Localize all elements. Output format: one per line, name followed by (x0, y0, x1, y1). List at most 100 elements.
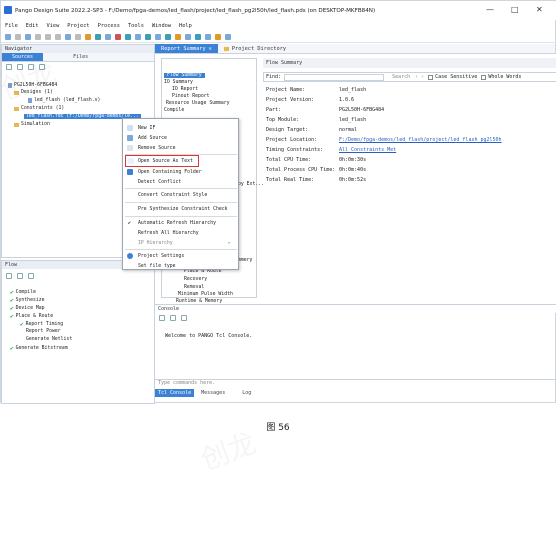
run-icon[interactable] (65, 34, 71, 40)
summary-item[interactable]: Removal (184, 285, 204, 290)
menu-item-convert-constraint[interactable]: Convert Constraint Style (123, 190, 239, 200)
summary-item[interactable]: Compile (164, 108, 184, 113)
flow-item-device-map[interactable]: ✔ Device Map (10, 305, 45, 312)
collapse-all-icon[interactable] (17, 273, 23, 279)
menu-help[interactable]: Help (179, 23, 192, 29)
tab-log[interactable]: Log (232, 389, 261, 397)
clear-icon[interactable] (170, 315, 176, 321)
menu-item-detect-conflict[interactable]: Detect Conflict (123, 177, 239, 187)
timing-icon[interactable] (135, 34, 141, 40)
summary-item[interactable]: IO Summary (164, 80, 193, 85)
summary-item[interactable]: Minimum Pulse Width (178, 292, 233, 297)
console-input[interactable]: Type commands here. (155, 379, 556, 388)
next-icon[interactable]: › (421, 74, 424, 80)
redo-icon[interactable] (45, 34, 51, 40)
tab-files[interactable]: Files (63, 53, 98, 61)
menu-window[interactable]: Window (152, 23, 171, 29)
flow-item-generate-netlist[interactable]: Generate Netlist (26, 337, 72, 342)
figure-caption: 图 56 (266, 423, 290, 433)
map-icon[interactable] (115, 34, 121, 40)
pin-planner-icon[interactable] (215, 34, 221, 40)
close-window-button[interactable]: ✕ (536, 5, 543, 14)
inserter-icon[interactable] (185, 34, 191, 40)
menu-item-open-folder[interactable]: Open Containing Folder (123, 167, 239, 177)
stop-icon[interactable] (75, 34, 81, 40)
tree-item-simulation[interactable]: Simulation (14, 122, 50, 127)
tab-report-summary[interactable]: Report Summary ✕ (155, 44, 218, 53)
summary-item[interactable]: IO Report (172, 87, 198, 92)
summary-row: Timing Constraints: All Constraints Met (266, 147, 396, 153)
flow-item-report-power[interactable]: Report Power (26, 329, 61, 334)
menu-item-add-source[interactable]: Add Source (123, 133, 239, 143)
flow-item-compile[interactable]: ✔ Compile (10, 289, 36, 296)
minimize-button[interactable]: — (486, 5, 494, 14)
tab-tcl-console[interactable]: Tcl Console (155, 389, 195, 397)
menu-project[interactable]: Project (67, 23, 89, 29)
summary-item[interactable]: Flow Summary (164, 73, 205, 78)
power-icon[interactable] (145, 34, 151, 40)
menu-item-open-source-as-text[interactable]: Open Source As Text (125, 155, 199, 167)
bitstream-icon[interactable] (165, 34, 171, 40)
menu-item-new-ip[interactable]: New IF (123, 123, 239, 133)
maximize-button[interactable]: □ (511, 5, 519, 14)
close-icon[interactable]: ✕ (209, 46, 212, 52)
debugger-icon[interactable] (195, 34, 201, 40)
flow-item-synthesize[interactable]: ✔ Synthesize (10, 297, 45, 304)
summary-item[interactable]: Pinout Report (172, 94, 210, 99)
folder-icon (223, 46, 229, 51)
menu-file[interactable]: File (5, 23, 18, 29)
menu-item-pre-synth-check[interactable]: Pre Synthesize Constraint Check (123, 204, 239, 214)
menu-item-refresh-all[interactable]: Refresh All Hierarchy (123, 228, 239, 238)
menu-item-remove-source[interactable]: Remove Source (123, 143, 239, 153)
search-icon[interactable] (159, 315, 165, 321)
tab-messages[interactable]: Messages (194, 389, 232, 397)
case-sensitive-checkbox[interactable] (428, 74, 434, 80)
tree-label: Constraints (1) (21, 106, 65, 111)
help-icon[interactable] (225, 34, 231, 40)
row-key: Project Name: (266, 87, 306, 93)
synth-icon[interactable] (105, 34, 111, 40)
netlist-icon[interactable] (155, 34, 161, 40)
expand-all-icon[interactable] (6, 273, 12, 279)
prev-icon[interactable]: ‹ (415, 74, 418, 80)
project-location-link[interactable]: F:/Demo/fpga-demos/led_flash/project/led… (339, 137, 502, 143)
menu-separator (125, 202, 237, 203)
tree-label: led_flash (led_flash.v) (34, 98, 101, 103)
timing-constraints-link[interactable]: All Constraints Met (339, 147, 396, 153)
menu-edit[interactable]: Edit (26, 23, 39, 29)
ip-icon[interactable] (205, 34, 211, 40)
tree-item-constraints[interactable]: Constraints (1) (14, 106, 64, 111)
menu-tools[interactable]: Tools (128, 23, 144, 29)
menu-item-ip-hierarchy[interactable]: IP Hierarchy ▸ (123, 238, 239, 248)
check-icon: ✔ (10, 345, 14, 352)
row-key: Top Module: (266, 117, 300, 123)
flow-item-report-timing[interactable]: ✔ Report Timing (20, 321, 63, 328)
save-icon[interactable] (25, 34, 31, 40)
search-button[interactable]: Search (392, 74, 410, 80)
flow-item-place-route[interactable]: ✔ Place & Route (10, 313, 53, 320)
settings-icon[interactable] (85, 34, 91, 40)
whole-words-checkbox[interactable] (481, 74, 487, 80)
folder-open-icon (127, 169, 133, 175)
program-icon[interactable] (175, 34, 181, 40)
pnr-icon[interactable] (125, 34, 131, 40)
undo-icon[interactable] (35, 34, 41, 40)
menu-item-auto-refresh[interactable]: ✔ Automatic Refresh Hierarchy (123, 218, 239, 228)
compile-icon[interactable] (95, 34, 101, 40)
tree-item-led-flash[interactable]: led_flash (led_flash.v) (28, 98, 100, 103)
flow-item-generate-bitstream[interactable]: ✔ Generate Bitstream (10, 345, 68, 352)
menu-item-set-file-type[interactable]: Set file type (123, 261, 239, 271)
summary-item[interactable]: Resource Usage Summary (166, 101, 230, 106)
find-input[interactable] (284, 73, 385, 81)
copy-icon[interactable] (181, 315, 187, 321)
menu-item-project-settings[interactable]: Project Settings (123, 251, 239, 261)
menu-view[interactable]: View (47, 23, 60, 29)
new-file-icon[interactable] (5, 34, 11, 40)
help-circle-icon[interactable] (28, 273, 34, 279)
menu-process[interactable]: Process (98, 23, 120, 29)
cut-icon[interactable] (55, 34, 61, 40)
summary-row: Total CPU Time: 0h:0m:30s (266, 157, 366, 163)
summary-item[interactable]: Recovery (184, 277, 207, 282)
open-icon[interactable] (15, 34, 21, 40)
tab-project-directory[interactable]: Project Directory (218, 44, 292, 53)
